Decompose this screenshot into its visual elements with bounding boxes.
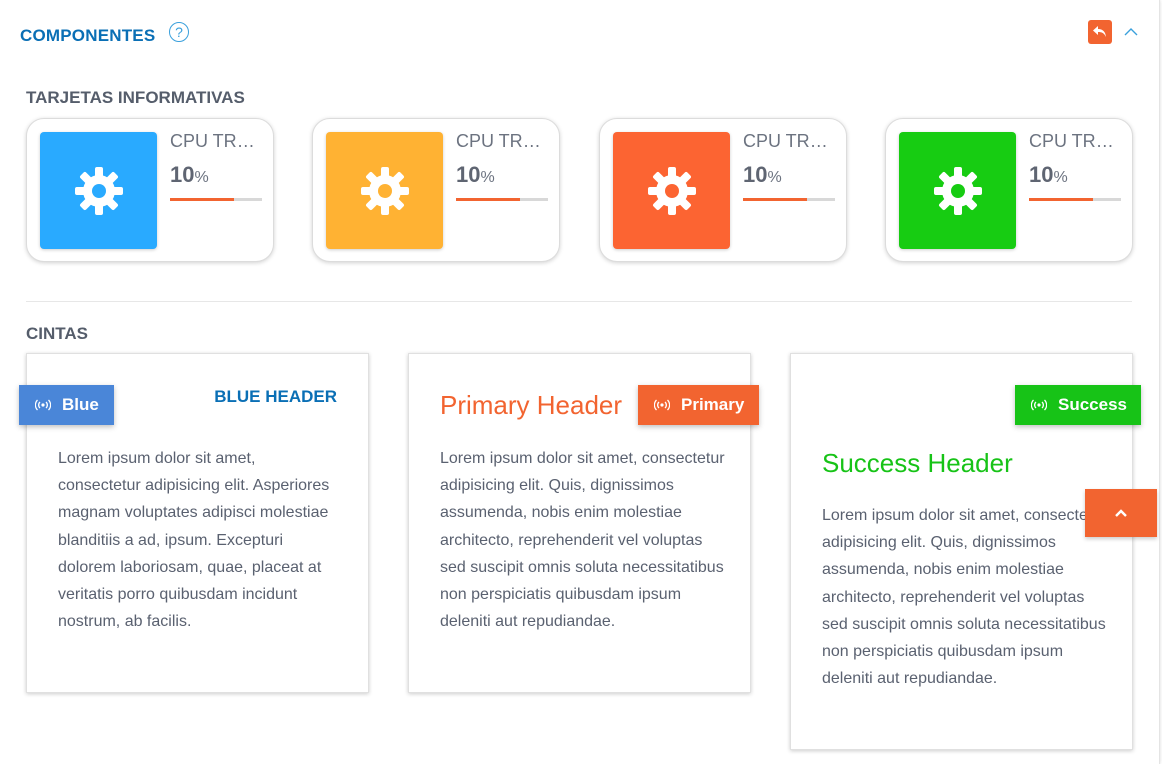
info-card: CPU TRAFFIC 10% bbox=[885, 118, 1133, 262]
section-divider bbox=[26, 301, 1132, 302]
card-header: Primary Header bbox=[440, 390, 623, 420]
progress-fill bbox=[456, 198, 521, 201]
progress-bar bbox=[1029, 198, 1121, 201]
card-body-text: Lorem ipsum dolor sit amet, consectetur … bbox=[58, 450, 330, 631]
info-value: 10% bbox=[170, 162, 209, 187]
ribbon-card-blue: Blue BLUE HEADER Lorem ipsum dolor sit a… bbox=[19, 353, 369, 693]
card-header: BLUE HEADER bbox=[214, 387, 337, 406]
chevron-up-icon bbox=[1115, 509, 1127, 517]
info-value: 10% bbox=[743, 162, 782, 187]
info-icon-box bbox=[326, 132, 443, 249]
progress-bar bbox=[170, 198, 262, 201]
card-body-text: Lorem ipsum dolor sit amet, consectetur … bbox=[822, 507, 1107, 688]
progress-bar bbox=[743, 198, 835, 201]
panel-header: COMPONENTES ? bbox=[20, 20, 1139, 48]
ribbon-blue: Blue bbox=[19, 385, 114, 425]
progress-fill bbox=[170, 198, 235, 201]
info-label: CPU TRAFFIC bbox=[456, 131, 548, 151]
help-icon[interactable]: ? bbox=[169, 22, 189, 42]
info-label: CPU TRAFFIC bbox=[743, 131, 835, 151]
card-header: Success Header bbox=[822, 448, 1013, 478]
info-icon-box bbox=[899, 132, 1016, 249]
gear-icon bbox=[360, 166, 409, 215]
ribbon-label: Blue bbox=[62, 395, 99, 414]
card-body-text: Lorem ipsum dolor sit amet, consectetur … bbox=[440, 450, 725, 631]
ribbon-label: Primary bbox=[681, 395, 745, 414]
info-value: 10% bbox=[456, 162, 495, 187]
info-card: CPU TRAFFIC 10% bbox=[312, 118, 560, 262]
info-label: CPU TRAFFIC bbox=[170, 131, 262, 151]
scroll-top-button[interactable] bbox=[1085, 489, 1157, 537]
info-icon-box bbox=[613, 132, 730, 249]
section-title-info: TARJETAS INFORMATIVAS bbox=[26, 88, 245, 107]
chevron-up-icon[interactable] bbox=[1123, 24, 1139, 40]
components-panel: COMPONENTES ? TARJETAS INFORMATIVAS CPU … bbox=[0, 0, 1160, 764]
progress-fill bbox=[1029, 198, 1094, 201]
reply-button[interactable] bbox=[1088, 20, 1112, 44]
info-card: CPU TRAFFIC 10% bbox=[26, 118, 274, 262]
broadcast-icon bbox=[1031, 399, 1047, 411]
ribbon-card-primary: Primary Header Primary Lorem ipsum dolor… bbox=[408, 353, 759, 693]
ribbon-primary: Primary bbox=[638, 385, 759, 425]
broadcast-icon bbox=[654, 399, 670, 411]
ribbon-label: Success bbox=[1058, 395, 1127, 414]
info-label: CPU TRAFFIC bbox=[1029, 131, 1121, 151]
gear-icon bbox=[74, 166, 123, 215]
info-card: CPU TRAFFIC 10% bbox=[599, 118, 847, 262]
progress-fill bbox=[743, 198, 808, 201]
broadcast-icon bbox=[35, 399, 51, 411]
info-icon-box bbox=[40, 132, 157, 249]
ribbon-success: Success bbox=[1015, 385, 1141, 425]
progress-bar bbox=[456, 198, 548, 201]
gear-icon bbox=[933, 166, 982, 215]
ribbon-card-success: Success Success Header Lorem ipsum dolor… bbox=[790, 353, 1141, 750]
section-title-ribbons: CINTAS bbox=[26, 324, 89, 343]
info-value: 10% bbox=[1029, 162, 1068, 187]
panel-title: COMPONENTES bbox=[20, 26, 156, 45]
reply-icon bbox=[1093, 26, 1106, 37]
gear-icon bbox=[647, 166, 696, 215]
